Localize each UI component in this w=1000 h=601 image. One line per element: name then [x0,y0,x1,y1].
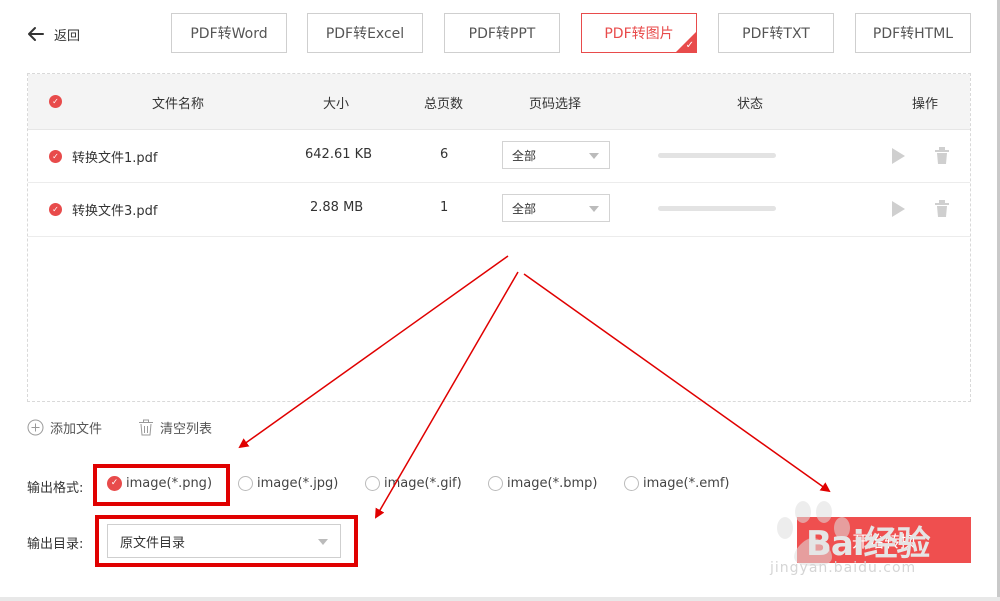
plus-circle-icon [27,419,44,436]
file-size: 642.61 KB [305,147,373,162]
annotation-highlight-format [93,464,230,506]
radio-icon [238,476,253,491]
file-name: 转换文件3.pdf [72,204,158,219]
tab-pdf-to-html[interactable]: PDF转HTML [855,13,971,53]
checkmark-icon: ✓ [52,204,59,214]
watermark-brand: Bai经验 [806,524,931,564]
trash-icon [139,419,153,436]
trash-icon[interactable] [934,147,950,165]
radio-icon [488,476,503,491]
page-select-dropdown[interactable]: 全部 [502,194,610,222]
table-row: ✓ 转换文件3.pdf 2.88 MB 1 全部 [28,183,970,237]
conversion-progress [658,153,776,158]
format-option-jpg[interactable]: image(*.jpg) [238,476,338,491]
play-icon[interactable] [890,147,906,165]
trash-icon[interactable] [934,200,950,218]
output-format-label: 输出格式: [27,481,84,496]
tab-pdf-to-word[interactable]: PDF转Word [171,13,287,53]
radio-icon [624,476,639,491]
format-option-bmp[interactable]: image(*.bmp) [488,476,597,491]
chevron-down-icon [589,206,599,212]
tab-pdf-to-ppt[interactable]: PDF转PPT [444,13,560,53]
tab-pdf-to-excel[interactable]: PDF转Excel [307,13,423,53]
checkmark-icon: ✓ [52,151,59,161]
watermark-url: jingyan.baidu.com [770,560,917,576]
clear-list-button[interactable]: 清空列表 [138,418,212,437]
tab-pdf-to-txt[interactable]: PDF转TXT [718,13,834,53]
chevron-down-icon [589,153,599,159]
select-all-checkbox[interactable]: ✓ [49,95,62,108]
column-header-page-select: 页码选择 [529,97,582,112]
table-row: ✓ 转换文件1.pdf 642.61 KB 6 全部 [28,129,970,183]
file-pages: 6 [440,147,449,162]
output-dir-label: 输出目录: [27,537,84,552]
radio-icon [365,476,380,491]
play-icon[interactable] [890,200,906,218]
annotation-highlight-dir [95,515,358,567]
file-pages: 1 [440,200,449,215]
row-checkbox[interactable]: ✓ [49,150,62,163]
format-option-gif[interactable]: image(*.gif) [365,476,462,491]
table-header: ✓ 文件名称 大小 总页数 页码选择 状态 操作 [28,74,970,130]
column-header-pages: 总页数 [424,97,464,112]
conversion-tabs: PDF转Word PDF转Excel PDF转PPT PDF转图片 ✓ PDF转… [0,13,1000,55]
file-name: 转换文件1.pdf [72,151,158,166]
page-select-dropdown[interactable]: 全部 [502,141,610,169]
column-header-name: 文件名称 [152,97,205,112]
column-header-actions: 操作 [912,97,939,112]
add-file-button[interactable]: 添加文件 [27,418,102,437]
tab-pdf-to-image[interactable]: PDF转图片 ✓ [581,13,697,53]
format-option-emf[interactable]: image(*.emf) [624,476,730,491]
file-size: 2.88 MB [310,200,364,215]
column-header-size: 大小 [323,97,350,112]
checkmark-icon: ✓ [52,96,59,106]
conversion-progress [658,206,776,211]
row-checkbox[interactable]: ✓ [49,203,62,216]
window-bottom-edge [0,597,1000,601]
checkmark-icon: ✓ [685,40,694,51]
column-header-status: 状态 [737,97,764,112]
file-table: ✓ 文件名称 大小 总页数 页码选择 状态 操作 ✓ 转换文件1.pdf 642… [27,73,971,402]
